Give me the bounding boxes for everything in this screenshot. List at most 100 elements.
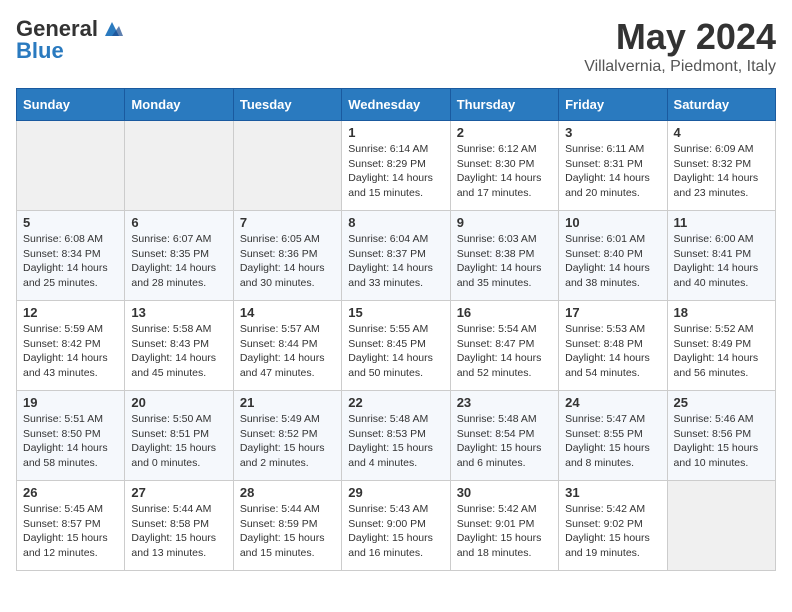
day-number: 30 bbox=[457, 485, 552, 500]
cell-info: Sunrise: 5:49 AMSunset: 8:52 PMDaylight:… bbox=[240, 412, 335, 471]
header-sunday: Sunday bbox=[17, 89, 125, 121]
cell-info: Sunrise: 5:46 AMSunset: 8:56 PMDaylight:… bbox=[674, 412, 769, 471]
cell-info: Sunrise: 5:50 AMSunset: 8:51 PMDaylight:… bbox=[131, 412, 226, 471]
day-number: 3 bbox=[565, 125, 660, 140]
calendar-cell: 14 Sunrise: 5:57 AMSunset: 8:44 PMDayligh… bbox=[233, 301, 341, 391]
calendar-cell: 30 Sunrise: 5:42 AMSunset: 9:01 PMDayligh… bbox=[450, 481, 558, 571]
day-number: 8 bbox=[348, 215, 443, 230]
week-row-3: 12Sunrise: 5:59 AMSunset: 8:42 PMDayligh… bbox=[17, 301, 776, 391]
calendar-cell: 6Sunrise: 6:07 AMSunset: 8:35 PMDaylight… bbox=[125, 211, 233, 301]
cell-info: Sunrise: 5:48 AMSunset: 8:54 PMDaylight:… bbox=[457, 412, 552, 471]
cell-info: Sunrise: 5:53 AMSunset: 8:48 PMDaylight:… bbox=[565, 322, 660, 381]
calendar-cell bbox=[17, 121, 125, 211]
cell-info: Sunrise: 6:01 AMSunset: 8:40 PMDaylight:… bbox=[565, 232, 660, 291]
page-header: General Blue May 2024 Villalvernia, Pied… bbox=[16, 16, 776, 76]
calendar-cell: 16 Sunrise: 5:54 AMSunset: 8:47 PMDayligh… bbox=[450, 301, 558, 391]
day-number: 7 bbox=[240, 215, 335, 230]
day-number: 26 bbox=[23, 485, 118, 500]
cell-info: Sunrise: 6:11 AMSunset: 8:31 PMDaylight:… bbox=[565, 142, 660, 201]
calendar-cell: 25 Sunrise: 5:46 AMSunset: 8:56 PMDayligh… bbox=[667, 391, 775, 481]
header-thursday: Thursday bbox=[450, 89, 558, 121]
day-number: 16 bbox=[457, 305, 552, 320]
calendar-cell: 20 Sunrise: 5:50 AMSunset: 8:51 PMDayligh… bbox=[125, 391, 233, 481]
calendar-cell bbox=[667, 481, 775, 571]
cell-info: Sunrise: 5:42 AMSunset: 9:01 PMDaylight:… bbox=[457, 502, 552, 561]
cell-info: Sunrise: 6:12 AMSunset: 8:30 PMDaylight:… bbox=[457, 142, 552, 201]
calendar-cell: 15 Sunrise: 5:55 AMSunset: 8:45 PMDayligh… bbox=[342, 301, 450, 391]
cell-info: Sunrise: 6:09 AMSunset: 8:32 PMDaylight:… bbox=[674, 142, 769, 201]
title-block: May 2024 Villalvernia, Piedmont, Italy bbox=[584, 16, 776, 76]
cell-info: Sunrise: 5:55 AMSunset: 8:45 PMDaylight:… bbox=[348, 322, 443, 381]
subtitle: Villalvernia, Piedmont, Italy bbox=[584, 58, 776, 76]
calendar-cell: 27 Sunrise: 5:44 AMSunset: 8:58 PMDayligh… bbox=[125, 481, 233, 571]
cell-info: Sunrise: 5:57 AMSunset: 8:44 PMDaylight:… bbox=[240, 322, 335, 381]
calendar-cell: 4 Sunrise: 6:09 AMSunset: 8:32 PMDaylight… bbox=[667, 121, 775, 211]
day-number: 5 bbox=[23, 215, 118, 230]
cell-info: Sunrise: 6:14 AMSunset: 8:29 PMDaylight:… bbox=[348, 142, 443, 201]
logo-icon bbox=[101, 18, 123, 40]
week-row-4: 19 Sunrise: 5:51 AMSunset: 8:50 PMDayligh… bbox=[17, 391, 776, 481]
day-number: 2 bbox=[457, 125, 552, 140]
day-number: 14 bbox=[240, 305, 335, 320]
cell-info: Sunrise: 6:03 AMSunset: 8:38 PMDaylight:… bbox=[457, 232, 552, 291]
day-number: 6 bbox=[131, 215, 226, 230]
calendar-cell: 31 Sunrise: 5:42 AMSunset: 9:02 PMDayligh… bbox=[559, 481, 667, 571]
cell-info: Sunrise: 5:51 AMSunset: 8:50 PMDaylight:… bbox=[23, 412, 118, 471]
cell-info: Sunrise: 5:48 AMSunset: 8:53 PMDaylight:… bbox=[348, 412, 443, 471]
calendar-cell bbox=[233, 121, 341, 211]
week-row-1: 1 Sunrise: 6:14 AMSunset: 8:29 PMDaylight… bbox=[17, 121, 776, 211]
header-friday: Friday bbox=[559, 89, 667, 121]
day-number: 25 bbox=[674, 395, 769, 410]
main-title: May 2024 bbox=[584, 16, 776, 58]
cell-info: Sunrise: 6:00 AMSunset: 8:41 PMDaylight:… bbox=[674, 232, 769, 291]
day-number: 28 bbox=[240, 485, 335, 500]
calendar-cell: 24 Sunrise: 5:47 AMSunset: 8:55 PMDayligh… bbox=[559, 391, 667, 481]
cell-info: Sunrise: 5:58 AMSunset: 8:43 PMDaylight:… bbox=[131, 322, 226, 381]
calendar-cell: 17Sunrise: 5:53 AMSunset: 8:48 PMDayligh… bbox=[559, 301, 667, 391]
day-number: 11 bbox=[674, 215, 769, 230]
week-row-2: 5 Sunrise: 6:08 AMSunset: 8:34 PMDaylight… bbox=[17, 211, 776, 301]
cell-info: Sunrise: 6:05 AMSunset: 8:36 PMDaylight:… bbox=[240, 232, 335, 291]
day-number: 4 bbox=[674, 125, 769, 140]
calendar-cell: 12Sunrise: 5:59 AMSunset: 8:42 PMDayligh… bbox=[17, 301, 125, 391]
day-number: 15 bbox=[348, 305, 443, 320]
day-number: 20 bbox=[131, 395, 226, 410]
cell-info: Sunrise: 6:04 AMSunset: 8:37 PMDaylight:… bbox=[348, 232, 443, 291]
day-number: 21 bbox=[240, 395, 335, 410]
day-number: 23 bbox=[457, 395, 552, 410]
day-number: 12 bbox=[23, 305, 118, 320]
day-number: 31 bbox=[565, 485, 660, 500]
cell-info: Sunrise: 5:44 AMSunset: 8:58 PMDaylight:… bbox=[131, 502, 226, 561]
cell-info: Sunrise: 5:54 AMSunset: 8:47 PMDaylight:… bbox=[457, 322, 552, 381]
calendar-cell: 5 Sunrise: 6:08 AMSunset: 8:34 PMDaylight… bbox=[17, 211, 125, 301]
day-number: 18 bbox=[674, 305, 769, 320]
calendar-cell: 11 Sunrise: 6:00 AMSunset: 8:41 PMDayligh… bbox=[667, 211, 775, 301]
cell-info: Sunrise: 5:47 AMSunset: 8:55 PMDaylight:… bbox=[565, 412, 660, 471]
header-wednesday: Wednesday bbox=[342, 89, 450, 121]
calendar-cell: 1 Sunrise: 6:14 AMSunset: 8:29 PMDaylight… bbox=[342, 121, 450, 211]
calendar-cell: 21 Sunrise: 5:49 AMSunset: 8:52 PMDayligh… bbox=[233, 391, 341, 481]
calendar-cell: 28 Sunrise: 5:44 AMSunset: 8:59 PMDayligh… bbox=[233, 481, 341, 571]
header-row: SundayMondayTuesdayWednesdayThursdayFrid… bbox=[17, 89, 776, 121]
calendar-cell: 3 Sunrise: 6:11 AMSunset: 8:31 PMDaylight… bbox=[559, 121, 667, 211]
calendar-cell: 18 Sunrise: 5:52 AMSunset: 8:49 PMDayligh… bbox=[667, 301, 775, 391]
day-number: 24 bbox=[565, 395, 660, 410]
day-number: 27 bbox=[131, 485, 226, 500]
day-number: 1 bbox=[348, 125, 443, 140]
day-number: 19 bbox=[23, 395, 118, 410]
cell-info: Sunrise: 6:08 AMSunset: 8:34 PMDaylight:… bbox=[23, 232, 118, 291]
day-number: 10 bbox=[565, 215, 660, 230]
calendar-cell: 13 Sunrise: 5:58 AMSunset: 8:43 PMDayligh… bbox=[125, 301, 233, 391]
header-monday: Monday bbox=[125, 89, 233, 121]
cell-info: Sunrise: 5:44 AMSunset: 8:59 PMDaylight:… bbox=[240, 502, 335, 561]
cell-info: Sunrise: 5:52 AMSunset: 8:49 PMDaylight:… bbox=[674, 322, 769, 381]
week-row-5: 26Sunrise: 5:45 AMSunset: 8:57 PMDayligh… bbox=[17, 481, 776, 571]
calendar-cell: 23 Sunrise: 5:48 AMSunset: 8:54 PMDayligh… bbox=[450, 391, 558, 481]
calendar-cell: 22 Sunrise: 5:48 AMSunset: 8:53 PMDayligh… bbox=[342, 391, 450, 481]
calendar-cell: 26Sunrise: 5:45 AMSunset: 8:57 PMDayligh… bbox=[17, 481, 125, 571]
cell-info: Sunrise: 5:42 AMSunset: 9:02 PMDaylight:… bbox=[565, 502, 660, 561]
day-number: 22 bbox=[348, 395, 443, 410]
calendar-cell: 29Sunrise: 5:43 AMSunset: 9:00 PMDayligh… bbox=[342, 481, 450, 571]
header-tuesday: Tuesday bbox=[233, 89, 341, 121]
day-number: 13 bbox=[131, 305, 226, 320]
